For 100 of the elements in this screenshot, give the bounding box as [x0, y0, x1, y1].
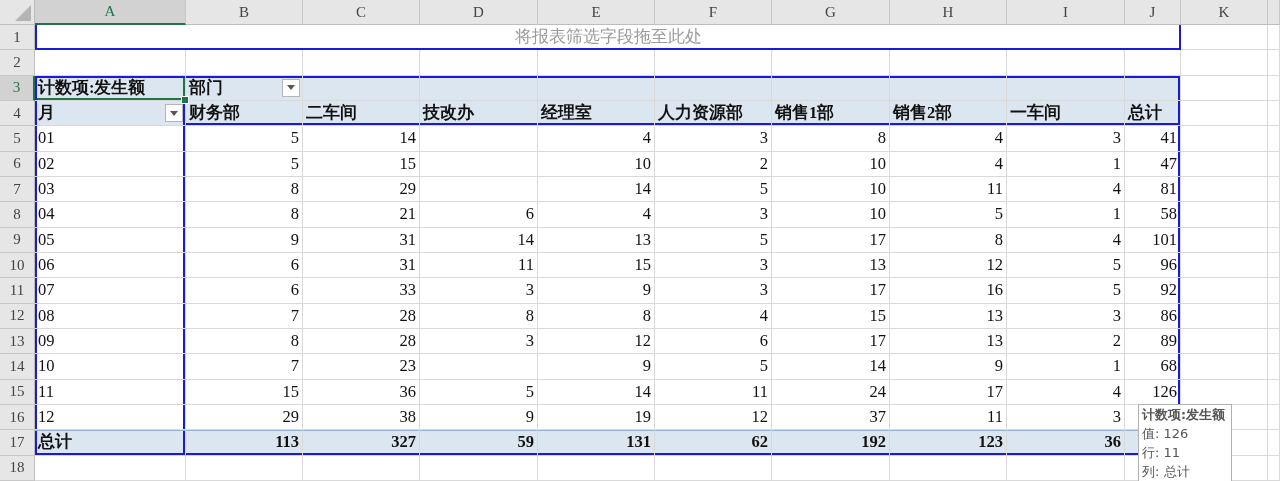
- tooltip-line: 列: 总计: [1142, 463, 1191, 481]
- table-cell: [1268, 151, 1280, 177]
- column-header[interactable]: C: [303, 0, 420, 25]
- table-cell: 8: [420, 303, 538, 329]
- table-cell: 29: [186, 404, 303, 431]
- table-cell: 3: [1007, 303, 1125, 329]
- table-cell: [1268, 303, 1280, 329]
- table-cell: 6: [655, 328, 772, 355]
- row-header[interactable]: 10: [0, 252, 35, 279]
- table-cell: 技改办: [420, 101, 538, 127]
- table-cell: [1268, 328, 1280, 355]
- column-header[interactable]: F: [655, 0, 772, 25]
- table-cell: 31: [303, 252, 420, 279]
- row-header[interactable]: 2: [0, 50, 35, 76]
- table-cell: 04: [35, 202, 186, 228]
- filter-dropdown-button[interactable]: [282, 78, 300, 97]
- table-cell: 13: [538, 227, 655, 253]
- table-cell: 14: [303, 126, 420, 152]
- column-header[interactable]: D: [420, 0, 538, 25]
- table-cell: 总计: [35, 430, 186, 456]
- row-header[interactable]: 1: [0, 25, 35, 51]
- row-header[interactable]: 5: [0, 126, 35, 152]
- column-header[interactable]: I: [1007, 0, 1125, 25]
- table-cell: 12: [890, 252, 1007, 279]
- corner-triangle-icon: [15, 5, 31, 21]
- row-header[interactable]: 18: [0, 455, 35, 481]
- row-header[interactable]: 16: [0, 404, 35, 431]
- table-cell: 5: [186, 151, 303, 177]
- table-cell: 47: [1125, 151, 1181, 177]
- table-cell: 2: [1007, 328, 1125, 355]
- table-cell: [1268, 455, 1280, 481]
- table-cell: 10: [772, 202, 890, 228]
- table-cell: 58: [1125, 202, 1181, 228]
- table-cell: 9: [538, 278, 655, 304]
- row-header[interactable]: 4: [0, 101, 35, 127]
- filter-dropdown-button[interactable]: [165, 104, 183, 123]
- table-cell: 二车间: [303, 101, 420, 127]
- table-cell: 6: [186, 252, 303, 279]
- row-header[interactable]: 13: [0, 328, 35, 355]
- table-cell: 13: [772, 252, 890, 279]
- column-header[interactable]: A: [35, 0, 186, 25]
- row-header[interactable]: 8: [0, 202, 35, 228]
- tooltip-title: 计数项:发生额: [1142, 407, 1226, 424]
- table-cell: 3: [655, 252, 772, 279]
- table-cell: 11: [890, 176, 1007, 203]
- table-cell: 经理室: [538, 101, 655, 127]
- table-cell: [1268, 354, 1280, 380]
- table-cell: 1: [1007, 354, 1125, 380]
- table-cell: 126: [1125, 379, 1181, 405]
- table-cell: 12: [655, 404, 772, 431]
- table-cell: [1268, 430, 1280, 456]
- table-cell: [1268, 202, 1280, 228]
- row-header[interactable]: 14: [0, 354, 35, 380]
- tooltip-line: 值: 126: [1142, 425, 1190, 443]
- table-cell: 327: [303, 430, 420, 456]
- table-cell: 10: [772, 151, 890, 177]
- table-cell: 5: [1007, 252, 1125, 279]
- row-header[interactable]: 17: [0, 430, 35, 456]
- table-cell: [1268, 75, 1280, 101]
- row-header[interactable]: 7: [0, 176, 35, 203]
- table-cell: 62: [655, 430, 772, 456]
- table-cell: 10: [35, 354, 186, 380]
- table-cell: 33: [303, 278, 420, 304]
- column-header[interactable]: G: [772, 0, 890, 25]
- table-cell: 3: [1007, 404, 1125, 431]
- table-cell: 17: [890, 379, 1007, 405]
- table-cell: 31: [303, 227, 420, 253]
- column-header[interactable]: E: [538, 0, 655, 25]
- table-cell: 5: [655, 176, 772, 203]
- table-cell: 23: [303, 354, 420, 380]
- row-header[interactable]: 11: [0, 278, 35, 304]
- column-header[interactable]: H: [890, 0, 1007, 25]
- table-cell: [1268, 278, 1280, 304]
- row-header[interactable]: 9: [0, 227, 35, 253]
- column-header[interactable]: K: [1181, 0, 1268, 25]
- table-cell: [1268, 50, 1280, 76]
- table-cell: 3: [655, 202, 772, 228]
- table-cell: 销售2部: [890, 101, 1007, 127]
- table-cell: 29: [303, 176, 420, 203]
- table-cell: [1268, 126, 1280, 152]
- table-cell: 09: [35, 328, 186, 355]
- row-header[interactable]: 6: [0, 151, 35, 177]
- column-header[interactable]: B: [186, 0, 303, 25]
- table-cell: 8: [186, 176, 303, 203]
- table-cell: 8: [186, 202, 303, 228]
- table-cell: 13: [890, 303, 1007, 329]
- row-header[interactable]: 15: [0, 379, 35, 405]
- table-cell: 38: [303, 404, 420, 431]
- table-cell: 123: [890, 430, 1007, 456]
- table-cell: 08: [35, 303, 186, 329]
- table-cell: 131: [538, 430, 655, 456]
- table-cell: 8: [772, 126, 890, 152]
- table-cell: 89: [1125, 328, 1181, 355]
- table-cell: 192: [772, 430, 890, 456]
- table-cell: 03: [35, 176, 186, 203]
- row-header[interactable]: 3: [0, 75, 35, 101]
- tooltip-line: 行: 11: [1142, 444, 1182, 462]
- column-header[interactable]: J: [1125, 0, 1181, 25]
- table-cell: 05: [35, 227, 186, 253]
- row-header[interactable]: 12: [0, 303, 35, 329]
